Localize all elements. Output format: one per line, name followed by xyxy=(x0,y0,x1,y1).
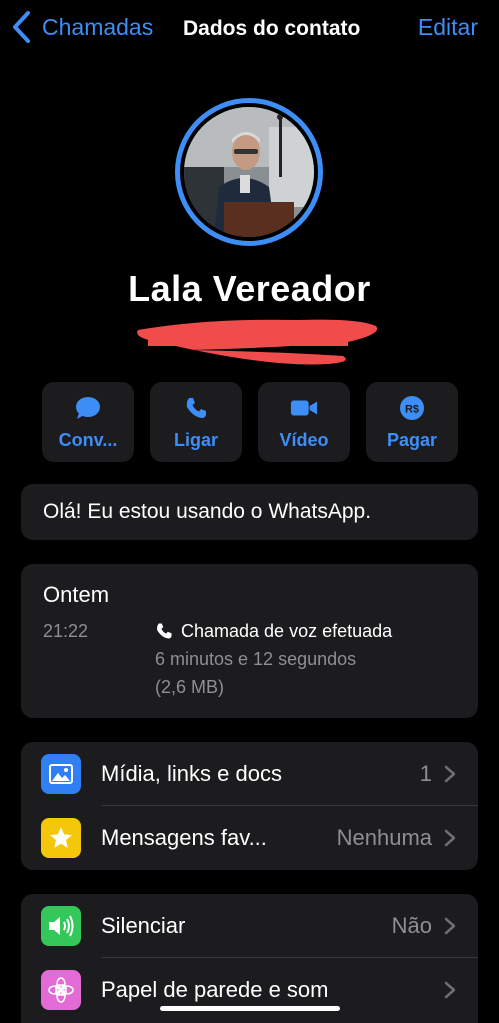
action-buttons: Conv... Ligar Vídeo R$ Pagar xyxy=(42,382,458,462)
profile-photo-image xyxy=(184,107,314,237)
svg-text:R$: R$ xyxy=(405,403,419,415)
call-duration: 6 minutos e 12 segundos xyxy=(155,649,357,669)
pay-button[interactable]: R$ Pagar xyxy=(366,382,458,462)
video-button[interactable]: Vídeo xyxy=(258,382,350,462)
message-button[interactable]: Conv... xyxy=(42,382,134,462)
chevron-left-icon xyxy=(13,11,30,43)
navigation-bar: Chamadas Dados do contato Editar xyxy=(0,0,499,60)
call-button[interactable]: Ligar xyxy=(150,382,242,462)
redaction-mark xyxy=(137,319,378,365)
message-bubble-icon xyxy=(74,394,102,422)
profile-photo xyxy=(184,107,314,237)
contact-name: Lala Vereador xyxy=(128,268,371,309)
pay-button-label: Pagar xyxy=(386,429,438,450)
call-entry: 21:22 Chamada de voz efetuada 6 minutos … xyxy=(43,621,456,701)
wallpaper-sound-row[interactable]: Papel de parede e som xyxy=(21,958,478,1022)
home-indicator[interactable] xyxy=(160,1006,340,1011)
media-section: Mídia, links e docs 1 Mensagens fav... N… xyxy=(21,742,478,870)
edit-button[interactable]: Editar xyxy=(418,14,478,41)
video-button-label: Vídeo xyxy=(279,429,329,450)
phone-icon xyxy=(182,394,210,422)
mute-row[interactable]: Silenciar Não xyxy=(21,894,478,958)
phone-outgoing-icon xyxy=(157,623,172,639)
back-button[interactable]: Chamadas xyxy=(10,10,153,44)
back-label: Chamadas xyxy=(42,13,154,40)
call-button-label: Ligar xyxy=(173,429,218,450)
video-camera-icon xyxy=(290,394,318,422)
avatar[interactable] xyxy=(175,98,323,246)
call-history-card: Ontem 21:22 Chamada de voz efetuada 6 mi… xyxy=(21,564,478,718)
payment-real-icon: R$ xyxy=(398,394,426,422)
wallpaper-sound-label: Papel de parede e som xyxy=(101,977,329,1002)
chevron-right-icon xyxy=(444,765,456,783)
photo-icon xyxy=(41,754,81,794)
starred-messages-label: Mensagens fav... xyxy=(101,825,267,850)
call-type-label: Chamada de voz efetuada xyxy=(181,621,393,641)
page-title: Dados do contato xyxy=(183,17,361,40)
message-button-label: Conv... xyxy=(58,429,118,450)
mute-label: Silenciar xyxy=(101,913,186,938)
status-text: Olá! Eu estou usando o WhatsApp. xyxy=(43,500,372,523)
media-links-docs-label: Mídia, links e docs xyxy=(101,761,282,786)
star-icon xyxy=(41,818,81,858)
media-links-docs-row[interactable]: Mídia, links e docs 1 xyxy=(21,742,478,806)
speaker-icon xyxy=(41,906,81,946)
settings-section: Silenciar Não Papel de parede e som xyxy=(21,894,478,1023)
media-count: 1 xyxy=(419,761,432,786)
chevron-right-icon xyxy=(444,917,456,935)
status-card[interactable]: Olá! Eu estou usando o WhatsApp. xyxy=(21,484,478,540)
chevron-right-icon xyxy=(444,829,456,847)
flower-icon xyxy=(41,970,81,1010)
call-info: Chamada de voz efetuada 6 minutos e 12 s… xyxy=(155,621,392,701)
starred-messages-row[interactable]: Mensagens fav... Nenhuma xyxy=(21,806,478,870)
call-type: Chamada de voz efetuada xyxy=(155,617,392,645)
call-time: 21:22 xyxy=(43,621,89,641)
call-history-day: Ontem xyxy=(43,582,110,607)
mute-value: Não xyxy=(391,913,432,938)
call-size: (2,6 MB) xyxy=(155,677,225,697)
starred-messages-value: Nenhuma xyxy=(336,825,432,850)
chevron-right-icon xyxy=(444,981,456,999)
